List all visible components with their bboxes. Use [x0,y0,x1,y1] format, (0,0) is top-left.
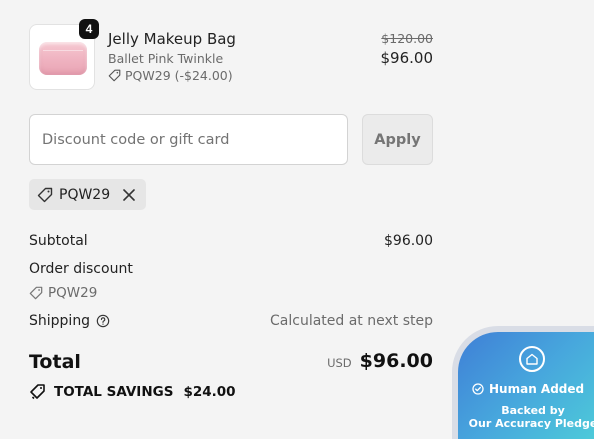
product-variant: Ballet Pink Twinkle [108,51,224,66]
product-price: $96.00 [380,49,434,67]
total-savings-amount: $24.00 [183,384,236,400]
quantity-badge: 4 [79,19,99,39]
badge-line-2: Our Accuracy Pledge [468,417,594,430]
order-discount-code: PQW29 [48,285,98,301]
shipping-value: Calculated at next step [270,313,433,329]
total-value-group: USD $96.00 [327,350,433,372]
home-shield-icon [519,346,545,372]
double-tag-icon [30,384,45,400]
shipping-label-row: Shipping [29,313,110,329]
subtotal-label: Subtotal [29,233,88,249]
accuracy-pledge-badge-inner: Human Added Backed by Our Accuracy Pledg… [458,332,594,439]
badge-title: Human Added [489,382,585,396]
total-amount: $96.00 [359,350,433,372]
discount-code-input[interactable] [29,114,348,165]
accuracy-pledge-badge[interactable]: Human Added Backed by Our Accuracy Pledg… [452,326,594,439]
product-name: Jelly Makeup Bag [108,30,236,48]
order-discount-label: Order discount [29,261,133,277]
subtotal-value: $96.00 [384,233,433,249]
apply-button[interactable]: Apply [362,114,433,165]
product-thumbnail-wrapper: 4 [29,19,99,90]
product-discount-text: PQW29 (-$24.00) [125,68,233,83]
product-image [39,42,87,75]
total-label: Total [29,351,81,373]
badge-title-row: Human Added [472,382,584,396]
cart-line-item: 4 Jelly Makeup Bag Ballet Pink Twinkle P… [29,19,434,90]
product-original-price: $120.00 [381,31,433,46]
tag-icon [108,69,121,82]
total-savings-row: TOTAL SAVINGS $24.00 [29,383,236,401]
product-discount-line: PQW29 (-$24.00) [108,68,233,83]
order-discount-code-row: PQW29 [29,285,97,301]
total-savings-label: TOTAL SAVINGS [54,384,174,400]
tag-icon [37,187,53,202]
badge-line-1: Backed by [501,404,565,417]
remove-discount-icon[interactable] [122,188,136,202]
tag-icon [29,286,43,300]
order-summary-panel: 4 Jelly Makeup Bag Ballet Pink Twinkle P… [0,0,594,439]
shipping-label: Shipping [29,313,91,329]
applied-discount-chip: PQW29 [29,179,146,210]
applied-discount-code: PQW29 [59,186,111,203]
check-circle-icon [472,383,484,395]
help-circle-icon[interactable] [96,314,110,328]
currency-code: USD [327,356,352,370]
